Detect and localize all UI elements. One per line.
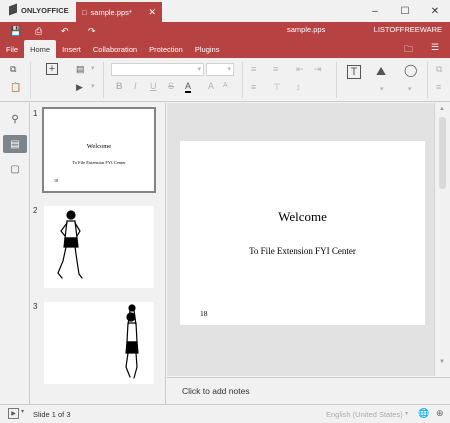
scroll-down-icon[interactable]: ▼ xyxy=(439,359,445,365)
bold-icon[interactable]: B xyxy=(116,81,123,91)
basketball-player-figure-icon xyxy=(125,304,139,379)
slide-subtitle[interactable]: To File Extension FYI Center xyxy=(180,246,425,256)
document-title: sample.pps xyxy=(287,25,326,34)
thumbnail-subtitle: To File Extension FYI Center xyxy=(72,160,126,165)
header-bar: 💾 ⎙ ↶ ↷ sample.pps LISTOFFREEWARE File H… xyxy=(0,22,450,58)
document-tab[interactable]: □ sample.pps* ✕ xyxy=(76,2,162,22)
line-spacing-icon[interactable]: ↕ xyxy=(296,82,301,92)
scroll-up-icon[interactable]: ▲ xyxy=(439,106,445,112)
close-window-button[interactable]: ✕ xyxy=(420,0,450,22)
hamburger-menu-icon[interactable]: ☰ xyxy=(431,42,439,53)
insert-shape-icon[interactable]: ◯ xyxy=(404,63,417,77)
app-name: ONLYOFFICE xyxy=(21,5,69,15)
ribbon-tabs: File Home Insert Collaboration Protectio… xyxy=(0,40,225,58)
close-tab-icon[interactable]: ✕ xyxy=(148,7,156,18)
align-shape-icon[interactable]: ≡ xyxy=(436,82,441,92)
thumbnail-title: Welcome xyxy=(86,143,112,150)
image-dropdown-icon[interactable]: ▾ xyxy=(380,85,384,93)
insert-image-icon[interactable]: ⛰ xyxy=(376,64,386,79)
maximize-button[interactable]: ☐ xyxy=(390,0,420,22)
onlyoffice-logo-icon xyxy=(8,3,18,15)
paste-icon[interactable]: 📋 xyxy=(10,82,21,93)
zoom-icon[interactable]: ⊕ xyxy=(436,408,444,419)
italic-icon[interactable]: I xyxy=(134,81,137,91)
spellcheck-globe-icon[interactable]: 🌐 xyxy=(418,408,429,419)
strikethrough-icon[interactable]: S xyxy=(168,81,174,91)
slideshow-play-icon[interactable]: ▶ xyxy=(8,408,19,419)
tab-file[interactable]: File xyxy=(0,40,24,58)
tab-protection[interactable]: Protection xyxy=(143,40,189,58)
add-slide-icon[interactable]: + xyxy=(46,63,58,75)
copy-icon[interactable]: ⧉ xyxy=(10,64,16,75)
title-bar: ONLYOFFICE □ sample.pps* ✕ – ☐ ✕ xyxy=(0,0,450,22)
tab-insert[interactable]: Insert xyxy=(56,40,87,58)
notes-placeholder: Click to add notes xyxy=(182,386,250,396)
scrollbar-thumb[interactable] xyxy=(439,117,446,189)
increase-indent-icon[interactable]: ⇥ xyxy=(314,64,322,75)
tab-collaboration[interactable]: Collaboration xyxy=(87,40,143,58)
vertical-scrollbar[interactable]: ▲ ▼ xyxy=(434,103,450,376)
search-icon[interactable]: ⚲ xyxy=(3,110,27,128)
slide-title[interactable]: Welcome xyxy=(180,209,425,225)
slide-number: 3 xyxy=(33,302,38,311)
left-sidebar: ⚲ ▤ ▢ xyxy=(0,103,30,404)
user-name: LISTOFFREEWARE xyxy=(373,25,442,34)
document-tab-icon: □ xyxy=(82,7,87,17)
insert-text-icon[interactable]: T xyxy=(347,65,361,79)
font-size-combo[interactable] xyxy=(206,63,234,76)
increase-font-icon[interactable]: A xyxy=(208,81,214,91)
slide-number: 2 xyxy=(33,206,38,215)
slide-thumbnail-1[interactable]: Welcome To File Extension FYI Center 18 xyxy=(42,107,156,193)
language-selector[interactable]: English (United States) xyxy=(326,410,403,419)
status-bar: ▶ ▾ Slide 1 of 3 English (United States)… xyxy=(0,404,450,423)
align-left-icon[interactable]: ≡ xyxy=(251,82,256,92)
comments-icon[interactable]: ▢ xyxy=(3,160,27,178)
runner-figure-icon xyxy=(57,210,83,279)
numbering-icon[interactable]: ≡ xyxy=(273,64,278,74)
slideshow-dropdown-icon[interactable]: ▾ xyxy=(91,82,95,90)
arrange-icon[interactable]: ⧉ xyxy=(436,64,442,75)
slides-panel-icon[interactable]: ▤ xyxy=(3,135,27,153)
tab-plugins[interactable]: Plugins xyxy=(189,40,226,58)
redo-icon[interactable]: ↷ xyxy=(88,26,96,37)
language-dropdown-icon[interactable]: ▾ xyxy=(405,410,408,417)
save-icon[interactable]: 💾 xyxy=(10,26,21,37)
font-name-combo[interactable] xyxy=(111,63,204,76)
open-file-location-icon[interactable]: 🗀 xyxy=(404,42,413,58)
slide-thumbnail-2[interactable] xyxy=(44,206,154,288)
slideshow-dropdown-icon[interactable]: ▾ xyxy=(21,408,24,415)
decrease-indent-icon[interactable]: ⇤ xyxy=(296,64,304,75)
undo-icon[interactable]: ↶ xyxy=(61,26,69,37)
print-icon[interactable]: ⎙ xyxy=(35,26,42,37)
notes-area[interactable]: Click to add notes xyxy=(167,377,450,404)
bullets-icon[interactable]: ≡ xyxy=(251,64,256,74)
home-toolbar: ⧉ 📋 + ▤ ▾ ▶ ▾ B I U S A A A ≡ ≡ ⇤ ⇥ ≡ ⊤ … xyxy=(0,58,450,102)
slide-thumbnail-3[interactable] xyxy=(44,302,154,384)
change-layout-icon[interactable]: ▤ xyxy=(76,64,85,75)
layout-dropdown-icon[interactable]: ▾ xyxy=(91,64,95,72)
tab-home[interactable]: Home xyxy=(24,40,57,58)
underline-icon[interactable]: U xyxy=(150,81,157,91)
minimize-button[interactable]: – xyxy=(360,0,390,22)
vertical-align-icon[interactable]: ⊤ xyxy=(273,82,281,93)
decrease-font-icon[interactable]: A xyxy=(223,82,228,89)
slide-counter: Slide 1 of 3 xyxy=(33,410,71,419)
current-slide[interactable]: Welcome To File Extension FYI Center 18 xyxy=(180,141,425,325)
slide-thumbnails-panel: 1 Welcome To File Extension FYI Center 1… xyxy=(30,103,166,404)
slide-number: 1 xyxy=(33,109,38,118)
thumbnail-page-number: 18 xyxy=(54,178,58,183)
document-tab-title: sample.pps* xyxy=(90,7,132,17)
slide-page-number[interactable]: 18 xyxy=(200,309,208,318)
font-color-icon[interactable]: A xyxy=(185,81,192,93)
shape-dropdown-icon[interactable]: ▾ xyxy=(408,85,412,93)
slide-editor: Welcome To File Extension FYI Center 18 xyxy=(167,103,434,376)
start-slideshow-icon[interactable]: ▶ xyxy=(76,82,83,93)
app-logo: ONLYOFFICE xyxy=(8,3,69,15)
